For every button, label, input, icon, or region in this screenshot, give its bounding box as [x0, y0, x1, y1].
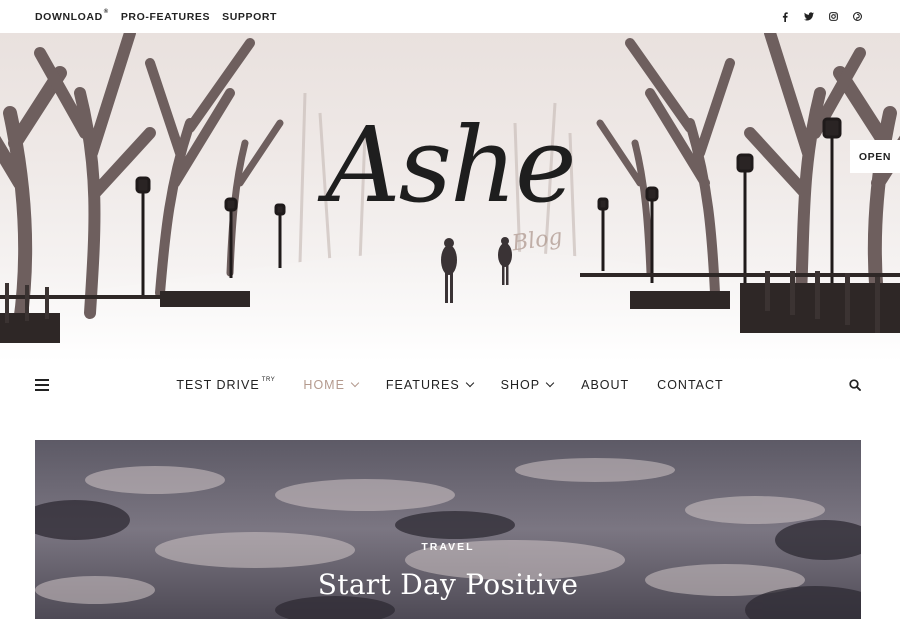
- header-hero: Ashe Blog OPEN: [0, 33, 900, 362]
- nav-item-shop[interactable]: SHOP: [501, 378, 555, 392]
- top-link-support[interactable]: SUPPORT: [222, 11, 277, 23]
- search-icon[interactable]: [849, 379, 861, 391]
- main-navigation: TEST DRIVE TRY HOME FEATURES SHOP ABOUT C…: [0, 362, 900, 408]
- nav-item-home[interactable]: HOME: [303, 378, 360, 392]
- registered-mark: ®: [103, 9, 109, 15]
- nav-item-test-drive[interactable]: TEST DRIVE TRY: [176, 377, 276, 392]
- featured-slider[interactable]: TRAVEL Start Day Positive: [35, 440, 861, 619]
- pinterest-icon[interactable]: [852, 12, 862, 22]
- nav-item-features[interactable]: FEATURES: [386, 378, 474, 392]
- chevron-down-icon: [545, 378, 555, 388]
- nav-item-about[interactable]: ABOUT: [581, 378, 629, 392]
- facebook-icon[interactable]: [780, 11, 790, 22]
- top-link-pro-features[interactable]: PRO-FEATURES: [121, 11, 210, 23]
- try-badge: TRY: [261, 377, 276, 383]
- post-category[interactable]: TRAVEL: [35, 541, 861, 553]
- main-menu: TEST DRIVE TRY HOME FEATURES SHOP ABOUT C…: [0, 362, 900, 408]
- twitter-icon[interactable]: [804, 12, 814, 22]
- instagram-icon[interactable]: [828, 12, 838, 22]
- social-links: [780, 0, 862, 33]
- site-logo[interactable]: Ashe: [0, 113, 900, 217]
- open-button[interactable]: OPEN: [850, 140, 900, 173]
- chevron-down-icon: [465, 378, 474, 388]
- top-navigation: DOWNLOAD® PRO-FEATURES SUPPORT: [35, 0, 289, 33]
- top-link-download[interactable]: DOWNLOAD®: [35, 9, 109, 23]
- post-title[interactable]: Start Day Positive: [35, 568, 861, 601]
- nav-item-contact[interactable]: CONTACT: [657, 378, 724, 392]
- chevron-down-icon: [350, 378, 360, 388]
- top-bar: DOWNLOAD® PRO-FEATURES SUPPORT: [0, 0, 900, 33]
